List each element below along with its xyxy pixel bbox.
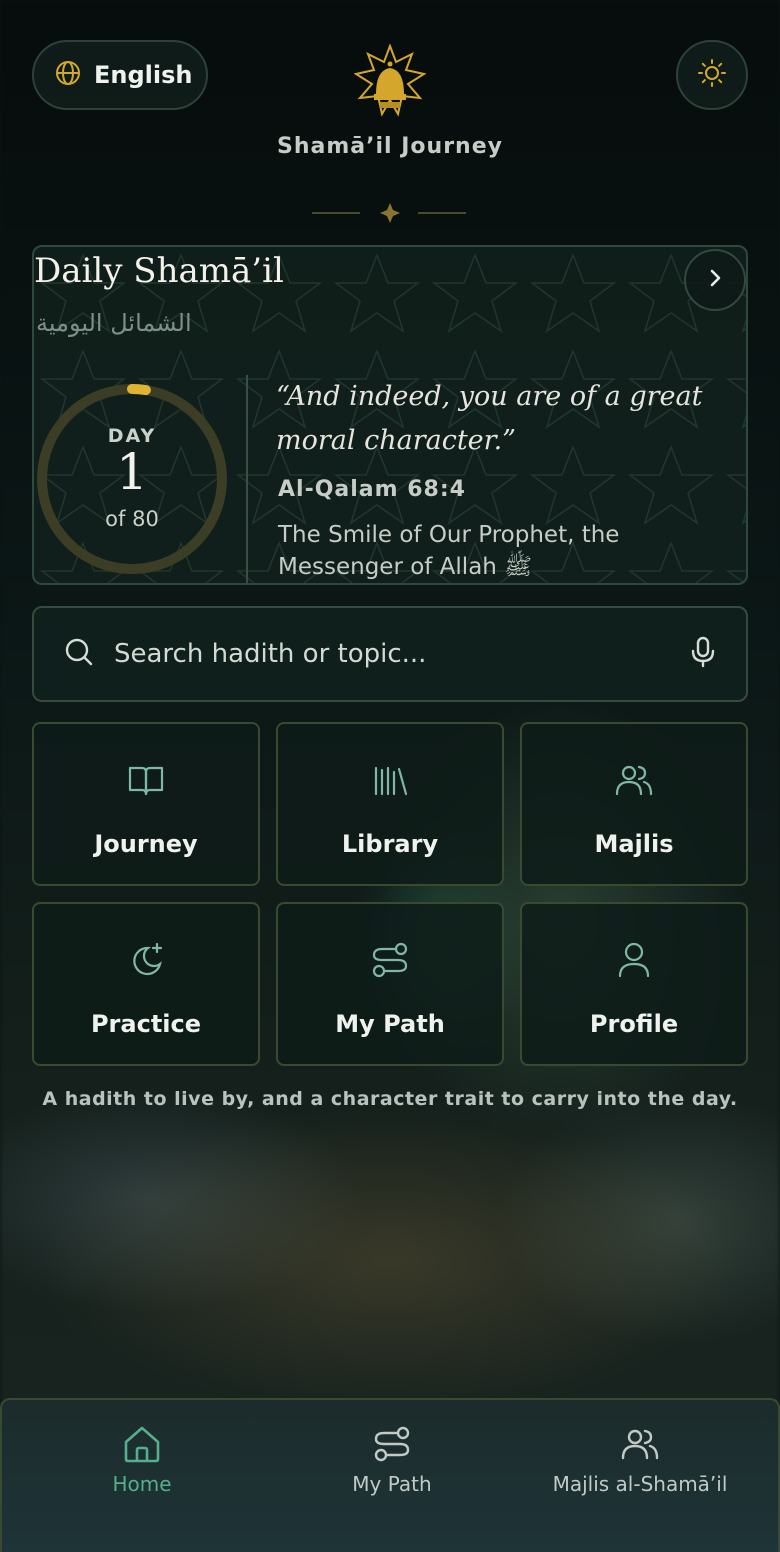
tile-library-label: Library xyxy=(341,830,439,858)
user-icon xyxy=(522,940,746,980)
moon-star-icon xyxy=(34,940,258,980)
home-screen: English Shamā’il Journey Daily Shamā’il … xyxy=(0,0,780,1552)
daily-shamail-card[interactable]: Daily Shamā’il الشمائل اليومية DAY 1 of … xyxy=(32,245,748,585)
tile-majlis[interactable]: Majlis xyxy=(520,722,748,886)
open-book-icon xyxy=(34,760,258,800)
tile-my-path-label: My Path xyxy=(335,1010,445,1038)
microphone-icon[interactable] xyxy=(690,636,716,672)
nav-majlis-label: Majlis al-Shamā’il xyxy=(552,1472,728,1496)
chevron-right-icon xyxy=(704,267,726,293)
daily-title: Daily Shamā’il xyxy=(34,251,284,291)
tile-my-path[interactable]: My Path xyxy=(276,902,504,1066)
app-title: Shamā’il Journey xyxy=(277,134,503,159)
tile-practice[interactable]: Practice xyxy=(32,902,260,1066)
tile-journey[interactable]: Journey xyxy=(32,722,260,886)
route-icon xyxy=(292,1424,492,1464)
ornament-divider xyxy=(310,200,470,226)
tile-library[interactable]: Library xyxy=(276,722,504,886)
tile-majlis-label: Majlis xyxy=(594,830,674,858)
theme-toggle-button[interactable] xyxy=(676,40,748,110)
day-total: of 80 xyxy=(105,507,159,531)
tile-profile-label: Profile xyxy=(589,1010,679,1038)
daily-quote: “And indeed, you are of a great moral ch… xyxy=(276,381,703,456)
search-input[interactable] xyxy=(114,639,690,669)
daily-next-button[interactable] xyxy=(684,249,746,311)
language-button[interactable]: English xyxy=(32,40,208,110)
tile-profile[interactable]: Profile xyxy=(520,902,748,1066)
nav-my-path[interactable]: My Path xyxy=(292,1400,492,1552)
daily-topic: The Smile of Our Prophet, the Messenger … xyxy=(278,522,620,580)
daily-arabic-title: الشمائل اليومية xyxy=(36,309,192,337)
tagline: A hadith to live by, and a character tra… xyxy=(42,1088,738,1110)
search-bar[interactable] xyxy=(32,606,748,702)
card-separator xyxy=(246,375,248,583)
bottom-navigation: Home My Path Majlis al-Shamā’il xyxy=(0,1398,780,1552)
tile-practice-label: Practice xyxy=(90,1010,202,1038)
nav-home[interactable]: Home xyxy=(42,1400,242,1552)
app-logo xyxy=(353,43,427,122)
day-counter: DAY 1 of 80 xyxy=(34,381,230,577)
globe-icon xyxy=(54,59,82,91)
route-icon xyxy=(278,940,502,980)
users-icon xyxy=(530,1424,750,1464)
sun-icon xyxy=(697,58,727,92)
home-icon xyxy=(42,1424,242,1464)
nav-my-path-label: My Path xyxy=(352,1472,432,1496)
bookshelf-icon xyxy=(278,760,502,800)
language-label: English xyxy=(94,61,193,89)
day-number: 1 xyxy=(116,443,148,501)
search-icon xyxy=(64,637,94,671)
quote-reference: Al-Qalam 68:4 xyxy=(278,477,466,502)
users-icon xyxy=(522,760,746,800)
nav-home-label: Home xyxy=(112,1472,172,1496)
tile-journey-label: Journey xyxy=(94,830,198,858)
nav-majlis[interactable]: Majlis al-Shamā’il xyxy=(530,1400,750,1552)
